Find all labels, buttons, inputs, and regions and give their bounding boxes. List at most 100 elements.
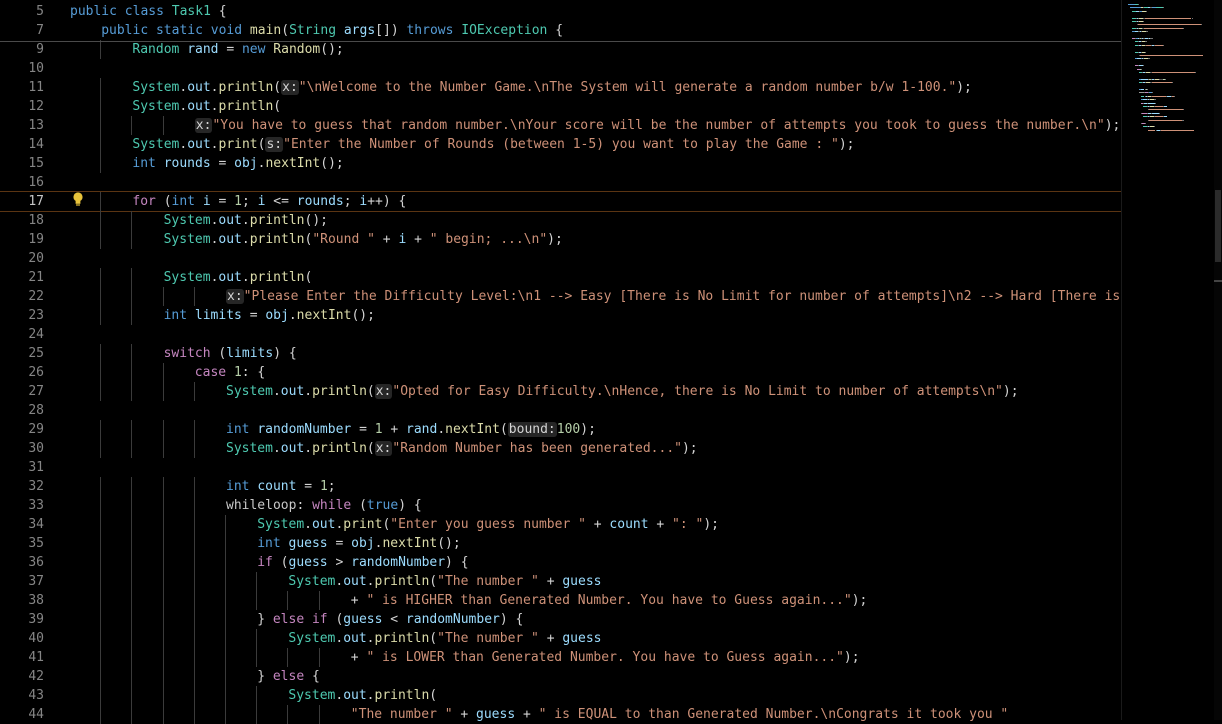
code-line[interactable]: 26 case 1: { bbox=[0, 363, 1121, 382]
code-line[interactable]: 22 x:"Please Enter the Difficulty Level:\… bbox=[0, 287, 1121, 306]
code-text[interactable]: System.out.println(x:"Random Number has … bbox=[226, 439, 1121, 458]
code-line[interactable]: 23 int limits = obj.nextInt(); bbox=[0, 306, 1121, 325]
code-line[interactable]: 24 bbox=[0, 325, 1121, 344]
code-line[interactable]: 10 bbox=[0, 59, 1121, 78]
code-text[interactable]: + " is LOWER than Generated Number. You … bbox=[351, 648, 1121, 667]
code-text[interactable]: } else { bbox=[257, 667, 1121, 686]
code-text[interactable]: System.out.println( bbox=[164, 268, 1121, 287]
code-text[interactable]: System.out.println(x:"Opted for Easy Dif… bbox=[226, 382, 1121, 401]
code-line[interactable]: 13 x:"You have to guess that random numbe… bbox=[0, 116, 1121, 135]
code-line[interactable]: 33 whileloop: while (true) { bbox=[0, 496, 1121, 515]
code-line[interactable]: 42} else { bbox=[0, 667, 1121, 686]
sticky-code-line[interactable]: 7 public static void main(String args[]) … bbox=[0, 21, 1121, 40]
code-line[interactable]: 19 System.out.println("Round " + i + " be… bbox=[0, 230, 1121, 249]
scrollbar-thumb[interactable] bbox=[1215, 190, 1221, 262]
code-text[interactable]: x:"You have to guess that random number.… bbox=[194, 116, 1121, 135]
code-line[interactable]: 41 + " is LOWER than Generated Number. Yo… bbox=[0, 648, 1121, 667]
code-line[interactable]: 18 System.out.println(); bbox=[0, 211, 1121, 230]
code-token: . bbox=[210, 99, 219, 114]
minimap[interactable] bbox=[1124, 0, 1214, 160]
code-text[interactable]: int randomNumber = 1 + rand.nextInt(boun… bbox=[226, 420, 1121, 439]
code-token: System bbox=[132, 99, 180, 114]
code-token: out bbox=[280, 441, 305, 456]
line-number: 16 bbox=[28, 175, 44, 190]
code-text[interactable]: System.out.print(s:"Enter the Number of … bbox=[132, 135, 1121, 154]
indent-guide bbox=[131, 705, 133, 724]
code-line[interactable]: 37 System.out.println("The number " + gue… bbox=[0, 572, 1121, 591]
indent-guide bbox=[193, 287, 195, 306]
code-token: ; bbox=[327, 479, 336, 494]
code-line[interactable]: 38 + " is HIGHER than Generated Number. Y… bbox=[0, 591, 1121, 610]
code-token: int bbox=[132, 156, 164, 171]
code-text[interactable]: if (guess > randomNumber) { bbox=[257, 553, 1121, 572]
code-text[interactable]: public static void main(String args[]) t… bbox=[101, 21, 1121, 40]
code-text[interactable]: Random rand = new Random(); bbox=[132, 40, 1121, 59]
code-line[interactable]: 35 int guess = obj.nextInt(); bbox=[0, 534, 1121, 553]
code-token: (); bbox=[320, 156, 344, 171]
code-line[interactable]: 12 System.out.println( bbox=[0, 97, 1121, 116]
code-line[interactable]: 25 switch (limits) { bbox=[0, 344, 1121, 363]
code-line[interactable]: 40 System.out.println("The number " + gue… bbox=[0, 629, 1121, 648]
code-text[interactable]: int limits = obj.nextInt(); bbox=[164, 306, 1121, 325]
code-line[interactable]: 21 System.out.println( bbox=[0, 268, 1121, 287]
code-text[interactable]: System.out.println( bbox=[132, 97, 1121, 116]
code-line[interactable]: 43 System.out.println( bbox=[0, 686, 1121, 705]
code-line[interactable]: 20 bbox=[0, 249, 1121, 268]
code-line[interactable]: 32 int count = 1; bbox=[0, 477, 1121, 496]
code-text[interactable]: int count = 1; bbox=[226, 477, 1121, 496]
code-line[interactable]: 27 System.out.println(x:"Opted for Easy D… bbox=[0, 382, 1121, 401]
code-text[interactable]: System.out.println(x:"\nWelcome to the N… bbox=[132, 78, 1121, 97]
code-text[interactable]: System.out.println("The number " + guess bbox=[288, 572, 1121, 591]
code-token: println bbox=[249, 213, 305, 228]
code-text[interactable]: + " is HIGHER than Generated Number. You… bbox=[351, 591, 1121, 610]
code-text[interactable]: } else if (guess < randomNumber) { bbox=[257, 610, 1121, 629]
code-token: public bbox=[101, 23, 156, 38]
minimap-token bbox=[1145, 17, 1192, 19]
code-text[interactable]: switch (limits) { bbox=[164, 344, 1121, 363]
code-line[interactable]: 15 int rounds = obj.nextInt(); bbox=[0, 154, 1121, 173]
lightbulb-icon[interactable] bbox=[72, 191, 84, 207]
code-text[interactable]: int guess = obj.nextInt(); bbox=[257, 534, 1121, 553]
code-text[interactable]: public class Task1 { bbox=[70, 2, 1121, 21]
code-line[interactable]: 14 System.out.print(s:"Enter the Number o… bbox=[0, 135, 1121, 154]
code-text[interactable]: "The number " + guess + " is EQUAL to th… bbox=[351, 705, 1121, 724]
code-line[interactable]: 28 bbox=[0, 401, 1121, 420]
code-token: println bbox=[374, 574, 430, 589]
line-number: 34 bbox=[28, 517, 44, 532]
code-text[interactable]: case 1: { bbox=[195, 363, 1121, 382]
code-line[interactable]: 36 if (guess > randomNumber) { bbox=[0, 553, 1121, 572]
code-token: ); bbox=[547, 232, 563, 247]
code-token: randomNumber bbox=[351, 555, 446, 570]
code-token: class bbox=[124, 4, 172, 19]
code-line[interactable]: 39} else if (guess < randomNumber) { bbox=[0, 610, 1121, 629]
code-line[interactable]: 31 bbox=[0, 458, 1121, 477]
code-token: println bbox=[374, 688, 430, 703]
code-line[interactable]: 30 System.out.println(x:"Random Number ha… bbox=[0, 439, 1121, 458]
indent-guide bbox=[162, 629, 164, 648]
code-line[interactable]: 11 System.out.println(x:"\nWelcome to the… bbox=[0, 78, 1121, 97]
code-line[interactable]: 16 bbox=[0, 173, 1121, 192]
minimap-token bbox=[1155, 106, 1163, 107]
code-token: ); bbox=[838, 137, 855, 152]
code-line[interactable]: 44 "The number " + guess + " is EQUAL to … bbox=[0, 705, 1121, 724]
code-token: print bbox=[218, 137, 258, 152]
code-line[interactable]: 34 System.out.print("Enter you guess numb… bbox=[0, 515, 1121, 534]
code-text[interactable]: System.out.println( bbox=[288, 686, 1121, 705]
vertical-scrollbar[interactable] bbox=[1214, 0, 1222, 720]
code-token: } bbox=[257, 669, 273, 684]
code-text[interactable]: for (int i = 1; i <= rounds; i++) { bbox=[132, 192, 1121, 211]
code-line[interactable]: 9 Random rand = new Random(); bbox=[0, 40, 1121, 59]
minimap-token bbox=[1145, 51, 1147, 53]
code-editor[interactable]: 5 public class Task1 {7 public static void… bbox=[0, 0, 1222, 724]
code-text[interactable]: System.out.println("Round " + i + " begi… bbox=[164, 230, 1121, 249]
code-text[interactable]: System.out.print("Enter you guess number… bbox=[257, 515, 1121, 534]
code-text[interactable]: System.out.println("The number " + guess bbox=[288, 629, 1121, 648]
code-line[interactable]: 29 int randomNumber = 1 + rand.nextInt(bo… bbox=[0, 420, 1121, 439]
code-line[interactable]: 17 for (int i = 1; i <= rounds; i++) { bbox=[0, 192, 1121, 211]
sticky-code-line[interactable]: 5 public class Task1 { bbox=[0, 2, 1121, 21]
code-text[interactable]: System.out.println(); bbox=[164, 211, 1121, 230]
code-text[interactable]: whileloop: while (true) { bbox=[226, 496, 1121, 515]
code-text[interactable]: x:"Please Enter the Difficulty Level:\n1… bbox=[226, 287, 1121, 306]
code-token: . bbox=[210, 137, 219, 152]
code-text[interactable]: int rounds = obj.nextInt(); bbox=[132, 154, 1121, 173]
